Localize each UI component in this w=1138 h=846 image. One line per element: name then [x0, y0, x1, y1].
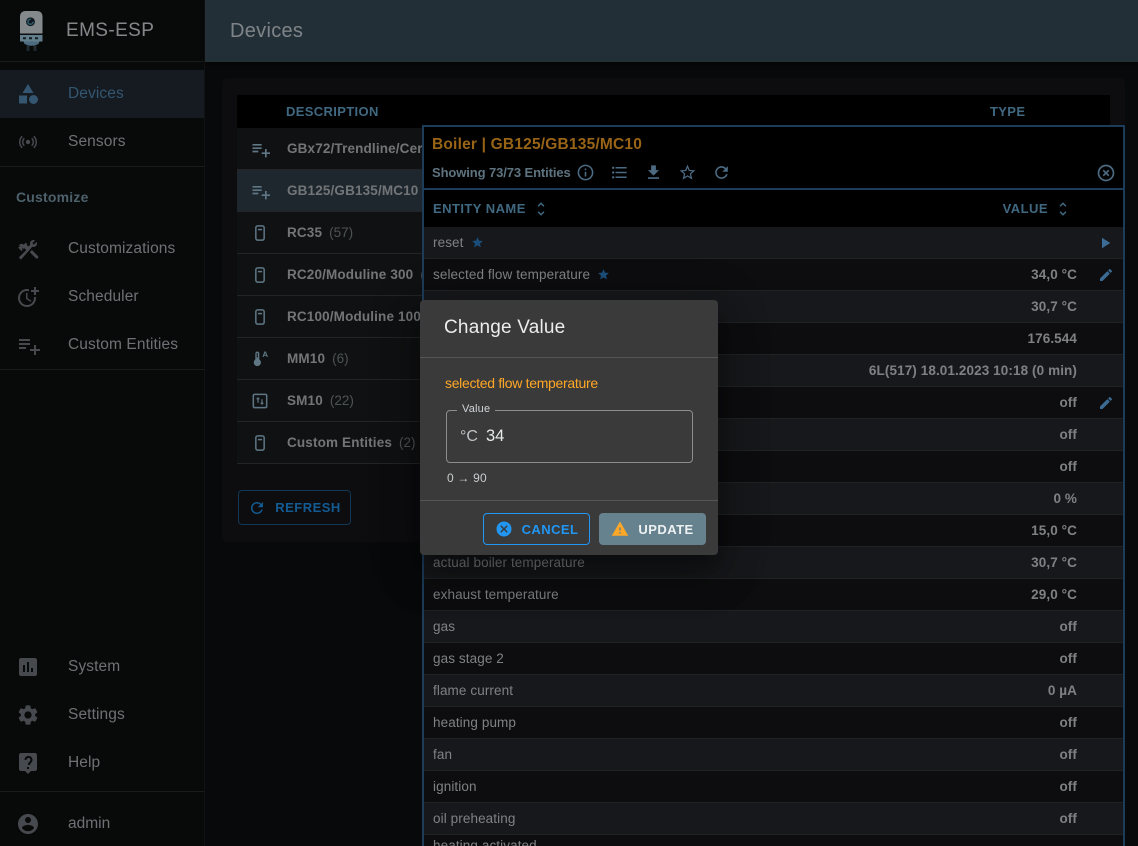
- value-input-text: 34: [486, 427, 504, 446]
- ems-esp-app: EMS-ESP Devices Sensors Customize Custom…: [0, 0, 1138, 846]
- dialog-divider: [420, 357, 718, 358]
- cancel-button-label: CANCEL: [522, 522, 579, 537]
- update-button-label: UPDATE: [638, 522, 693, 537]
- value-range-hint: 0 → 90: [447, 471, 487, 485]
- dialog-actions: CANCEL UPDATE: [483, 513, 706, 545]
- update-button[interactable]: UPDATE: [599, 513, 706, 545]
- warning-icon: [611, 520, 638, 538]
- cancel-filled-icon: [495, 520, 522, 538]
- dialog-divider: [420, 500, 718, 501]
- cancel-button[interactable]: CANCEL: [483, 513, 590, 545]
- value-input[interactable]: Value °C 34: [446, 410, 693, 463]
- dialog-entity-label: selected flow temperature: [445, 375, 598, 391]
- value-input-label: Value: [457, 403, 495, 415]
- change-value-dialog: Change Value selected flow temperature V…: [420, 300, 718, 555]
- value-unit: °C: [460, 428, 478, 446]
- dialog-title: Change Value: [444, 317, 565, 339]
